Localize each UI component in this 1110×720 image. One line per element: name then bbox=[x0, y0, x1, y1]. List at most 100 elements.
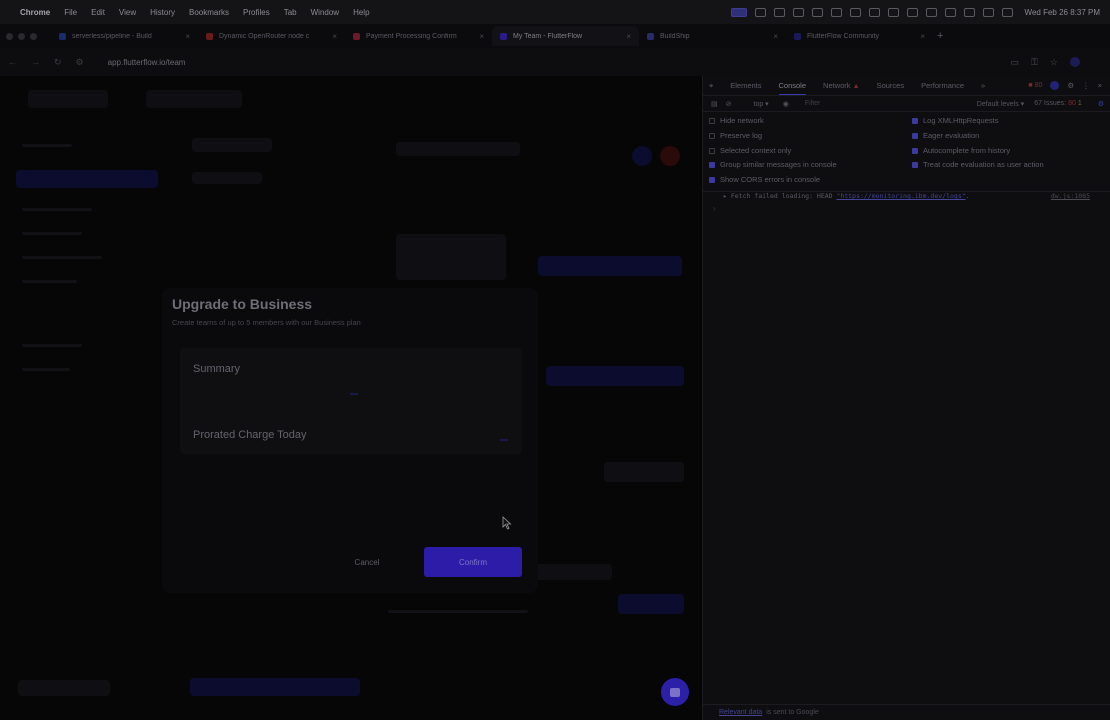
close-tab-icon[interactable]: × bbox=[332, 32, 337, 41]
status-icon-4[interactable] bbox=[811, 7, 823, 17]
menu-app-chrome[interactable]: Chrome bbox=[20, 8, 50, 17]
context-select[interactable]: top ▾ bbox=[754, 100, 769, 108]
close-tab-icon[interactable]: × bbox=[626, 32, 631, 41]
moon-icon[interactable] bbox=[868, 7, 880, 17]
prorated-charge-label: Prorated Charge Today bbox=[193, 429, 307, 441]
console-prompt[interactable]: › bbox=[713, 204, 716, 213]
checkbox-checked[interactable] bbox=[709, 176, 715, 183]
devtools-tab-performance[interactable]: Performance bbox=[921, 81, 964, 90]
new-tab-button[interactable]: + bbox=[937, 30, 943, 42]
checkbox-checked[interactable] bbox=[912, 132, 918, 139]
devtools-tab-elements[interactable]: Elements bbox=[730, 81, 761, 90]
error-count-badge[interactable]: ■ 80 bbox=[1028, 82, 1042, 89]
log-source-link[interactable]: dw.js:1085 bbox=[1051, 192, 1090, 200]
more-tabs-icon[interactable]: » bbox=[981, 81, 985, 90]
eye-icon[interactable]: ◉ bbox=[783, 100, 789, 108]
screen-record-icon[interactable] bbox=[730, 7, 747, 17]
menu-edit[interactable]: Edit bbox=[91, 8, 105, 17]
option-treat-eval[interactable]: Treat code evaluation as user action bbox=[912, 160, 1044, 169]
site-info-icon[interactable]: ⚙ bbox=[76, 57, 84, 68]
option-preserve-log[interactable]: Preserve log bbox=[709, 131, 762, 140]
log-url-link[interactable]: "https://monitoring.ibm.dev/logs" bbox=[837, 192, 966, 200]
devtools-tab-console[interactable]: Console bbox=[778, 81, 807, 95]
status-icon-1[interactable] bbox=[754, 7, 766, 17]
settings-gear-icon[interactable]: ⚙ bbox=[1067, 81, 1074, 90]
battery-icon[interactable] bbox=[906, 7, 918, 17]
devtools-tab-sources[interactable]: Sources bbox=[877, 81, 905, 90]
kebab-menu-icon[interactable]: ⋮ bbox=[1082, 81, 1090, 90]
checkbox-checked[interactable] bbox=[912, 161, 918, 168]
menu-profiles[interactable]: Profiles bbox=[243, 8, 270, 17]
close-devtools-icon[interactable]: × bbox=[1098, 81, 1102, 90]
browser-tab[interactable]: Dynamic OpenRouter node c × bbox=[198, 26, 345, 46]
control-center-icon[interactable] bbox=[982, 7, 994, 17]
tab-favicon-icon bbox=[353, 32, 360, 40]
extension-icon[interactable] bbox=[1070, 57, 1080, 67]
close-tab-icon[interactable]: × bbox=[773, 32, 778, 41]
profile-icon[interactable] bbox=[1050, 81, 1060, 90]
devtools-tab-network[interactable]: Network ▲ bbox=[823, 81, 860, 90]
option-show-cors[interactable]: Show CORS errors in console bbox=[709, 175, 820, 184]
browser-tab[interactable]: serverless/pipeline - Build × bbox=[51, 26, 198, 46]
checkbox[interactable] bbox=[709, 132, 715, 139]
option-log-xhr[interactable]: Log XMLHttpRequests bbox=[912, 116, 998, 125]
checkbox[interactable] bbox=[709, 117, 715, 124]
menu-tab[interactable]: Tab bbox=[284, 8, 297, 17]
siri-icon[interactable] bbox=[1001, 7, 1013, 17]
close-tab-icon[interactable]: × bbox=[185, 32, 190, 41]
checkbox-checked[interactable] bbox=[709, 161, 715, 168]
close-window-button[interactable] bbox=[6, 32, 13, 40]
status-icon-5[interactable] bbox=[830, 7, 842, 17]
url-field[interactable]: app.flutterflow.io/team bbox=[108, 58, 186, 67]
relevant-data-link[interactable]: Relevant data bbox=[719, 709, 762, 716]
password-icon[interactable]: ⚿ bbox=[1031, 57, 1038, 68]
clear-console-icon[interactable]: ⊘ bbox=[726, 100, 732, 108]
cast-icon[interactable]: ▭ bbox=[1011, 57, 1020, 68]
browser-tab-active[interactable]: My Team - FlutterFlow × bbox=[492, 26, 639, 46]
inspect-icon[interactable]: ⌖ bbox=[709, 81, 713, 91]
filter-input[interactable]: Filter bbox=[805, 100, 821, 107]
menubar-clock[interactable]: Wed Feb 26 8:37 PM bbox=[1025, 8, 1100, 17]
status-icon-3[interactable] bbox=[792, 7, 804, 17]
chat-support-button[interactable] bbox=[661, 678, 689, 706]
forward-icon[interactable]: → bbox=[31, 57, 40, 67]
option-label: Autocomplete from history bbox=[923, 146, 1011, 155]
option-selected-context[interactable]: Selected context only bbox=[709, 146, 791, 155]
status-icon-6[interactable] bbox=[849, 7, 861, 17]
minimize-window-button[interactable] bbox=[18, 32, 25, 40]
option-eager-eval[interactable]: Eager evaluation bbox=[912, 131, 979, 140]
option-autocomplete[interactable]: Autocomplete from history bbox=[912, 146, 1010, 155]
menu-window[interactable]: Window bbox=[311, 8, 339, 17]
browser-tab[interactable]: FlutterFlow Community × bbox=[786, 26, 933, 46]
confirm-button[interactable]: Confirm bbox=[424, 547, 522, 577]
close-tab-icon[interactable]: × bbox=[479, 32, 484, 41]
menu-history[interactable]: History bbox=[150, 8, 175, 17]
wifi-icon[interactable] bbox=[944, 7, 956, 17]
zoom-window-button[interactable] bbox=[30, 32, 37, 40]
search-icon[interactable] bbox=[963, 7, 975, 17]
checkbox-checked[interactable] bbox=[912, 117, 918, 124]
menu-bookmarks[interactable]: Bookmarks bbox=[189, 8, 229, 17]
status-icon-2[interactable] bbox=[773, 7, 785, 17]
browser-tab[interactable]: Payment Processing Confirm × bbox=[345, 26, 492, 46]
checkbox[interactable] bbox=[709, 147, 715, 154]
checkbox-checked[interactable] bbox=[912, 147, 918, 154]
cancel-button[interactable]: Cancel bbox=[319, 547, 415, 577]
menu-help[interactable]: Help bbox=[353, 8, 369, 17]
issues-button[interactable]: 67 Issues: 80 1 bbox=[1034, 100, 1082, 107]
play-icon[interactable] bbox=[925, 7, 937, 17]
bluetooth-icon[interactable] bbox=[887, 7, 899, 17]
sidebar-toggle-icon[interactable]: ▤ bbox=[711, 100, 718, 108]
back-icon[interactable]: ← bbox=[8, 57, 17, 67]
browser-tab[interactable]: BuildShip × bbox=[639, 26, 786, 46]
bookmark-star-icon[interactable]: ☆ bbox=[1050, 57, 1058, 68]
close-tab-icon[interactable]: × bbox=[920, 32, 925, 41]
menu-view[interactable]: View bbox=[119, 8, 136, 17]
console-log-message[interactable]: ▸ Fetch failed loading: HEAD "https://mo… bbox=[723, 192, 970, 200]
option-hide-network[interactable]: Hide network bbox=[709, 116, 764, 125]
log-levels-select[interactable]: Default levels ▾ bbox=[977, 100, 1025, 108]
reload-icon[interactable]: ↻ bbox=[54, 57, 62, 68]
menu-file[interactable]: File bbox=[64, 8, 77, 17]
option-group-similar[interactable]: Group similar messages in console bbox=[709, 160, 837, 169]
console-settings-icon[interactable]: ⚙ bbox=[1098, 100, 1104, 108]
